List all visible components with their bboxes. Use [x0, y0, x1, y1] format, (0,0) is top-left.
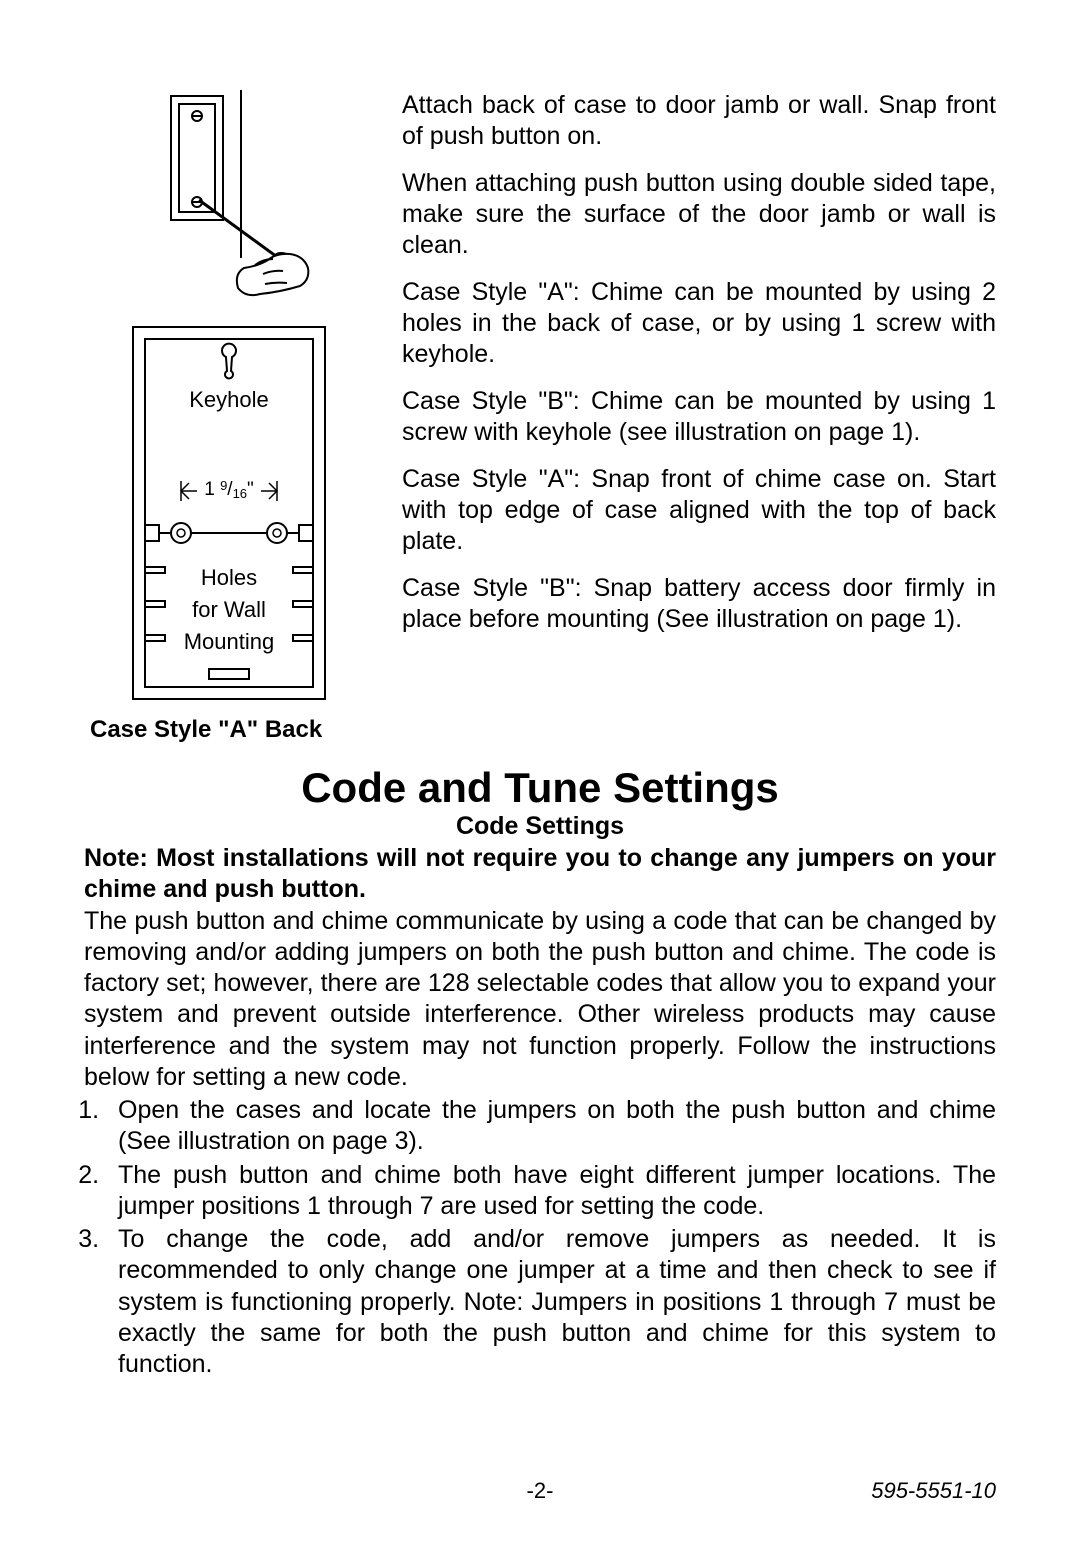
page-footer: -2- 595-5551-10	[84, 1478, 996, 1504]
case-style-a-back-figure: Keyhole 1 9/16"	[129, 323, 329, 708]
instruction-p5: Case Style "A": Snap front of chime case…	[402, 464, 996, 557]
code-steps-list: Open the cases and locate the jumpers on…	[84, 1095, 996, 1382]
instructions-column: Attach back of case to door jamb or wall…	[402, 90, 996, 744]
holes-label-1: Holes	[201, 565, 257, 590]
install-push-button-figure	[129, 90, 329, 315]
code-settings-subheading: Code Settings	[84, 812, 996, 841]
figures-column: Keyhole 1 9/16"	[84, 90, 374, 744]
instruction-p6: Case Style "B": Snap battery access door…	[402, 573, 996, 635]
instruction-p1: Attach back of case to door jamb or wall…	[402, 90, 996, 152]
document-number: 595-5551-10	[871, 1478, 996, 1504]
screwdriver-hand-icon	[129, 90, 329, 310]
instruction-p3: Case Style "A": Chime can be mounted by …	[402, 277, 996, 370]
code-step-3: To change the code, add and/or remove ju…	[106, 1224, 996, 1380]
back-plate-icon: Keyhole 1 9/16"	[129, 323, 329, 703]
dimension-label: 1 9/16"	[204, 478, 254, 501]
code-step-2: The push button and chime both have eigh…	[106, 1160, 996, 1223]
code-step-1: Open the cases and locate the jumpers on…	[106, 1095, 996, 1158]
holes-label-2: for Wall	[192, 597, 266, 622]
code-tune-heading: Code and Tune Settings	[84, 764, 996, 812]
instruction-p4: Case Style "B": Chime can be mounted by …	[402, 386, 996, 448]
code-body: The push button and chime communicate by…	[84, 906, 996, 1094]
keyhole-label: Keyhole	[189, 387, 269, 412]
holes-label-3: Mounting	[184, 629, 275, 654]
page-number: -2-	[527, 1478, 554, 1504]
instruction-p2: When attaching push button using double …	[402, 168, 996, 261]
code-note: Note: Most installations will not requir…	[84, 843, 996, 906]
top-section: Keyhole 1 9/16"	[84, 90, 996, 744]
case-style-a-caption: Case Style "A" Back	[90, 716, 374, 744]
page-container: Keyhole 1 9/16"	[0, 0, 1080, 1552]
